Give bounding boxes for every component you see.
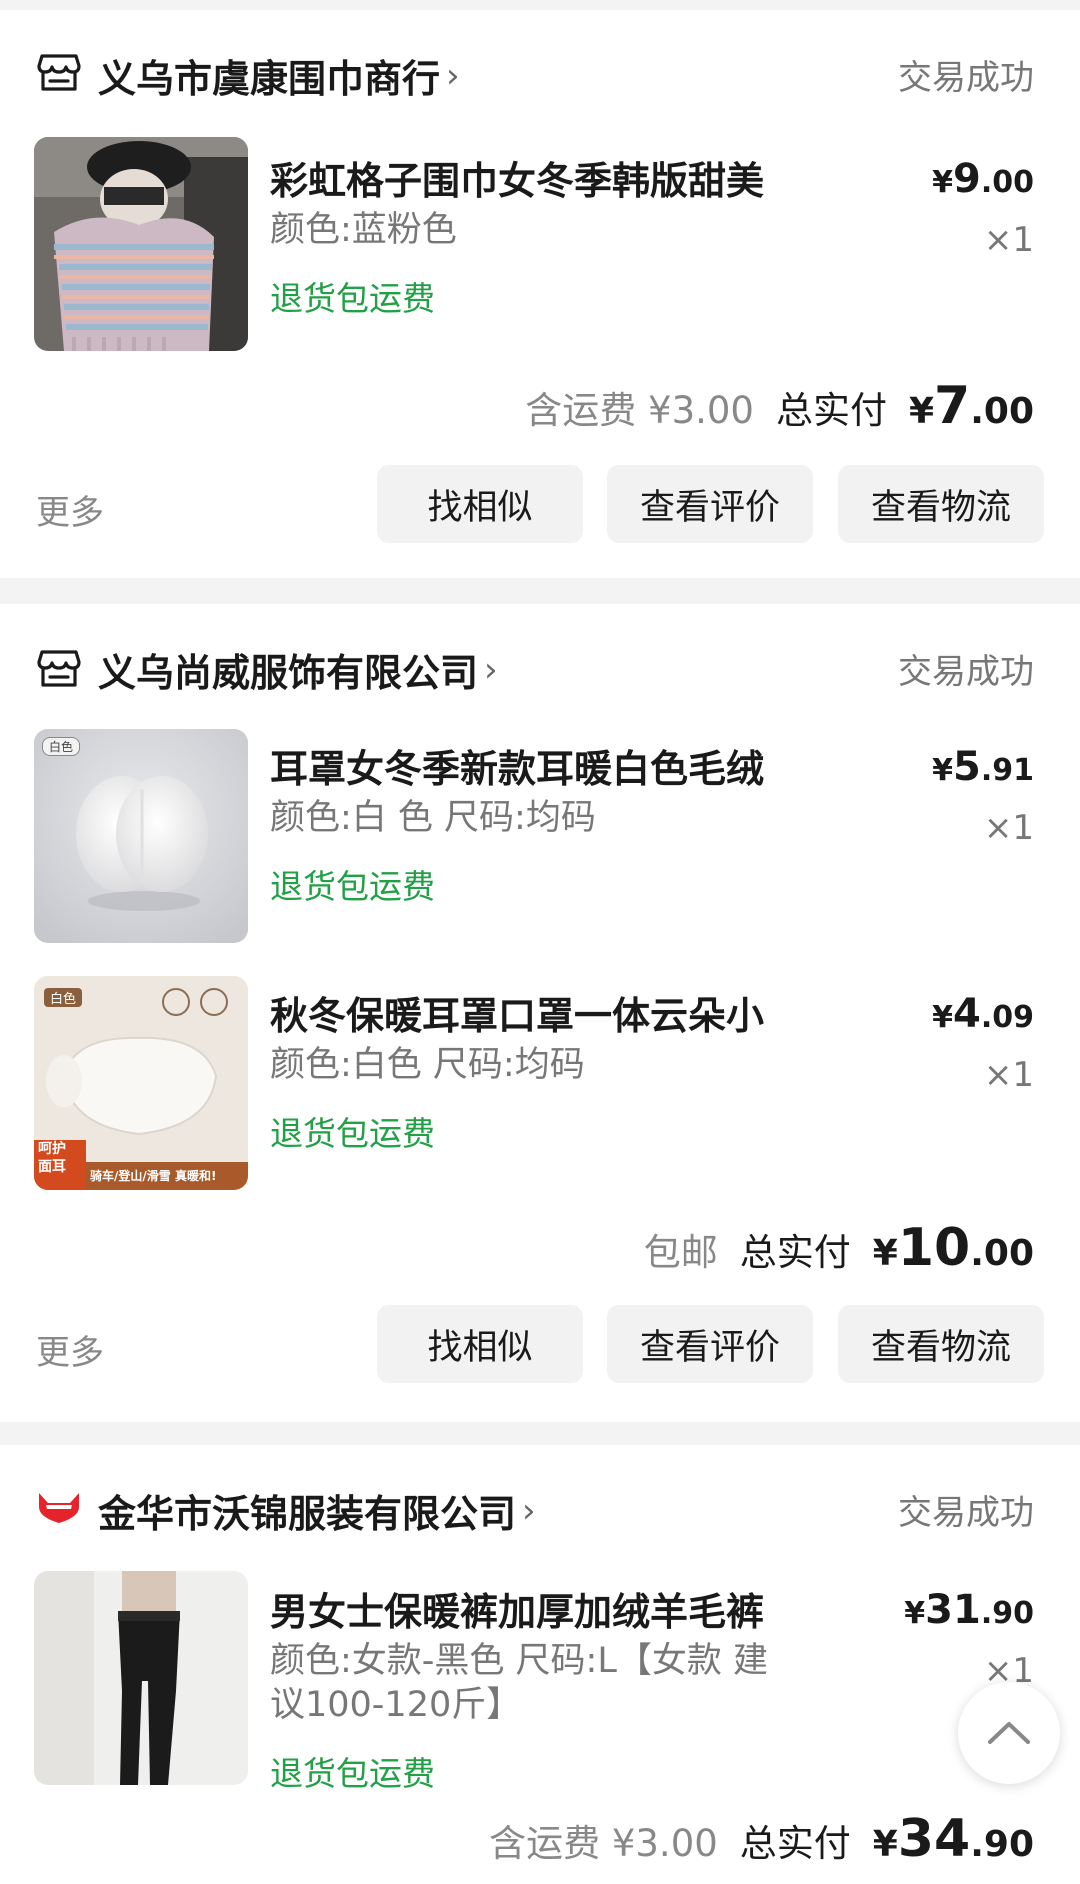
shop-name: 义乌市虞康围巾商行 (98, 57, 441, 101)
view-logistics-button[interactable]: 查看物流 (838, 1305, 1044, 1383)
order-status: 交易成功 (898, 652, 1034, 692)
order-card: 金华市沃锦服装有限公司 › 交易成功 男女士保暖裤加厚加绒羊毛裤 颜色:女款-黑… (0, 1445, 1080, 1884)
shop-name: 义乌尚威服饰有限公司 (98, 651, 479, 695)
total-price: ¥34.90 (872, 1809, 1034, 1869)
find-similar-button[interactable]: 找相似 (377, 465, 583, 543)
product-title[interactable]: 耳罩女冬季新款耳暖白色毛绒 (270, 738, 810, 793)
product-image[interactable] (34, 1571, 248, 1785)
shop-name: 金华市沃锦服装有限公司 (98, 1492, 517, 1536)
item-price: ¥31.90 (904, 1587, 1034, 1633)
view-reviews-button[interactable]: 查看评价 (607, 465, 813, 543)
return-shipping-badge: 退货包运费 (270, 1754, 435, 1793)
return-shipping-badge: 退货包运费 (270, 279, 435, 318)
order-total-row: 含运费 ¥3.00 总实付 ¥7.00 (525, 376, 1034, 436)
store-icon (37, 54, 81, 91)
tmall-cat-icon (39, 1493, 79, 1523)
order-total-row: 包邮 总实付 ¥10.00 (644, 1218, 1034, 1278)
order-status: 交易成功 (898, 58, 1034, 98)
product-image[interactable]: 白色 (34, 729, 248, 943)
more-button[interactable]: 更多 (36, 1325, 104, 1374)
chevron-right-icon: › (446, 55, 460, 96)
product-title[interactable]: 秋冬保暖耳罩口罩一体云朵小 (270, 985, 810, 1040)
total-price: ¥7.00 (908, 376, 1034, 436)
product-image[interactable]: 白色 呵护 面耳 骑车/登山/滑雪 真暖和! (34, 976, 248, 1190)
view-logistics-button[interactable]: 查看物流 (838, 465, 1044, 543)
return-shipping-badge: 退货包运费 (270, 867, 435, 906)
item-price: ¥4.09 (932, 991, 1034, 1037)
product-title[interactable]: 男女士保暖裤加厚加绒羊毛裤 (270, 1581, 810, 1636)
product-spec: 颜色:白 色 尺码:均码 (270, 798, 596, 838)
product-title[interactable]: 彩虹格子围巾女冬季韩版甜美 (270, 150, 810, 205)
return-shipping-badge: 退货包运费 (270, 1114, 435, 1153)
product-spec: 颜色:蓝粉色 (270, 210, 457, 250)
shipping-fee: 包邮 (643, 1231, 718, 1274)
store-icon (37, 650, 81, 687)
chevron-up-icon (988, 1722, 1030, 1744)
total-price: ¥10.00 (872, 1218, 1034, 1278)
item-quantity: ×1 (983, 808, 1034, 848)
product-spec: 议100-120斤】 (270, 1685, 522, 1725)
image-tag: 白色 (42, 737, 81, 756)
shop-name-link[interactable]: 金华市沃锦服装有限公司 › (98, 1483, 536, 1538)
order-status: 交易成功 (898, 1493, 1034, 1533)
view-reviews-button[interactable]: 查看评价 (607, 1305, 813, 1383)
shop-name-link[interactable]: 义乌尚威服饰有限公司 › (98, 642, 498, 697)
order-card: 义乌尚威服饰有限公司 › 交易成功 白色 耳罩女冬季新款耳暖白色毛绒 颜色:白 … (0, 604, 1080, 1422)
product-spec: 颜色:女款-黑色 尺码:L【女款 建 (270, 1641, 768, 1681)
chevron-right-icon: › (522, 1490, 536, 1531)
product-image[interactable] (34, 137, 248, 351)
item-price: ¥9.00 (932, 156, 1034, 202)
more-button[interactable]: 更多 (36, 485, 104, 534)
image-badge: 呵护 面耳 (38, 1141, 66, 1175)
product-spec: 颜色:白色 尺码:均码 (270, 1045, 585, 1085)
image-caption: 骑车/登山/滑雪 真暖和! (90, 1169, 217, 1183)
total-label: 总实付 (739, 1231, 851, 1274)
shipping-fee: 含运费 ¥3.00 (489, 1822, 718, 1865)
item-quantity: ×1 (983, 220, 1034, 260)
order-card: 义乌市虞康围巾商行 › 交易成功 彩虹格子围巾女冬季韩版甜美 颜色:蓝粉色 退货… (0, 10, 1080, 578)
order-total-row: 含运费 ¥3.00 总实付 ¥34.90 (489, 1809, 1034, 1869)
image-tag: 白色 (44, 988, 83, 1007)
total-label: 总实付 (775, 389, 887, 432)
find-similar-button[interactable]: 找相似 (377, 1305, 583, 1383)
shop-name-link[interactable]: 义乌市虞康围巾商行 › (98, 48, 460, 103)
chevron-right-icon: › (484, 649, 498, 690)
item-price: ¥5.91 (932, 744, 1034, 790)
shipping-fee: 含运费 ¥3.00 (525, 389, 754, 432)
scroll-to-top-button[interactable] (958, 1682, 1060, 1784)
item-quantity: ×1 (983, 1055, 1034, 1095)
total-label: 总实付 (739, 1822, 851, 1865)
